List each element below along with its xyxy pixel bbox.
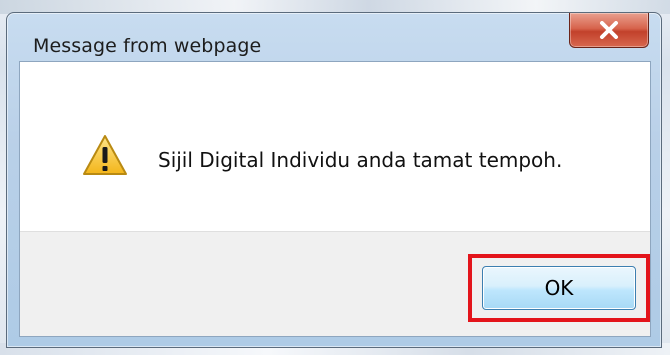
warning-icon <box>82 134 128 176</box>
dialog-title: Message from webpage <box>33 35 262 57</box>
close-icon <box>598 21 620 39</box>
dialog-content: Sijil Digital Individu anda tamat tempoh… <box>19 61 651 337</box>
screen: Message from webpage Sijil Digital Indiv… <box>0 0 670 355</box>
message-text: Sijil Digital Individu anda tamat tempoh… <box>158 148 563 172</box>
ok-button[interactable]: OK <box>482 266 636 310</box>
close-button[interactable] <box>569 13 649 48</box>
dialog-titlebar[interactable]: Message from webpage <box>7 13 661 61</box>
message-area: Sijil Digital Individu anda tamat tempoh… <box>20 62 650 232</box>
message-dialog: Message from webpage Sijil Digital Indiv… <box>6 12 662 348</box>
dialog-footer: OK <box>20 231 650 336</box>
